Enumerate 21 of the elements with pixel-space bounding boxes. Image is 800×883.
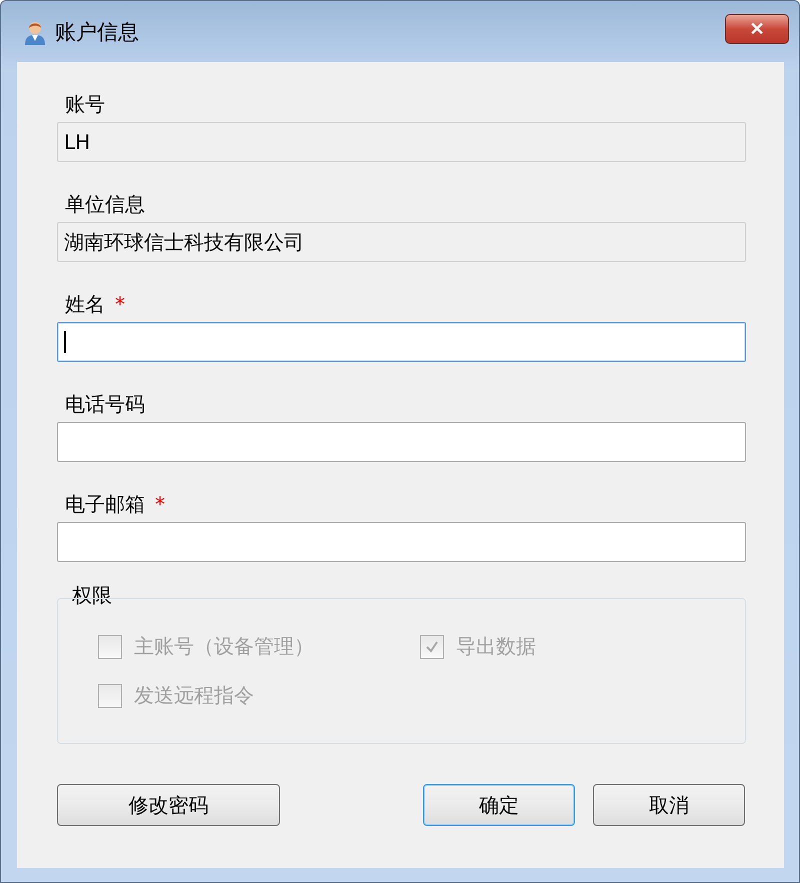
required-mark: * [155,492,165,516]
checkbox-label: 导出数据 [456,633,536,660]
input-field[interactable] [57,522,746,562]
input-field[interactable] [57,322,746,362]
dialog-button[interactable]: 修改密码 [57,784,280,826]
input-field[interactable]: 湖南环球信士科技有限公司 [57,222,746,262]
close-button[interactable]: ✕ [725,14,789,44]
dialog-button[interactable]: 确定 [423,784,575,826]
field-label: 电子邮箱 [65,490,145,518]
input-field[interactable] [57,422,746,462]
field-label: 电话号码 [65,390,145,418]
field-label: 账号 [65,90,105,118]
window-title: 账户信息 [55,18,139,46]
field-label: 姓名 [65,290,105,318]
dialog-button[interactable]: 取消 [593,784,745,826]
check-icon [424,638,440,654]
checkbox-label: 发送远程指令 [134,682,254,709]
input-field[interactable]: LH [57,122,746,162]
field-label: 单位信息 [65,190,145,218]
checkbox-label: 主账号（设备管理） [134,633,314,660]
required-mark: * [115,292,125,316]
